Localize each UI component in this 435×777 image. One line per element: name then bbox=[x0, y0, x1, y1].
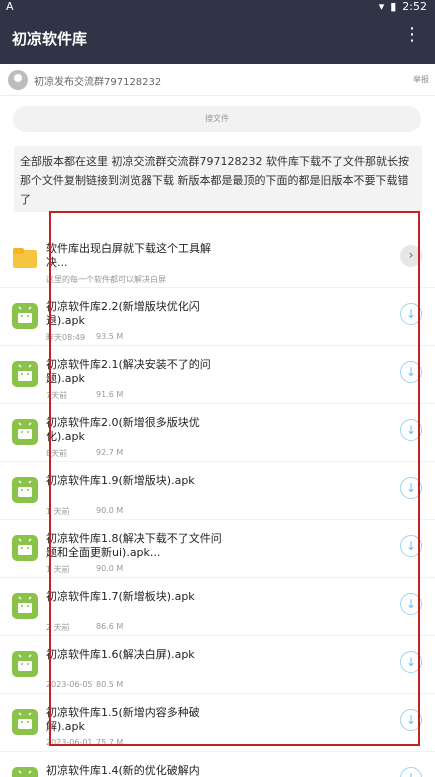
file-size: 91.6 M bbox=[96, 390, 124, 399]
list-item[interactable]: 初凉软件库2.1(解决安装不了的问题).apk 7天前 91.6 M ↓ bbox=[0, 346, 435, 404]
status-right: ▾ ▮ 2:52 bbox=[379, 0, 427, 13]
avatar[interactable] bbox=[8, 70, 28, 90]
file-size: 93.5 M bbox=[96, 332, 124, 341]
download-icon[interactable]: ↓ bbox=[400, 651, 422, 673]
file-date: 2 天前 bbox=[46, 623, 70, 632]
folder-icon bbox=[12, 245, 38, 271]
list-item[interactable]: 初凉软件库1.5(新增内容多种破解).apk 2023-06-01 75.7 M… bbox=[0, 694, 435, 752]
file-name: 初凉软件库2.2(新增版块优化闪退).apk bbox=[46, 300, 200, 327]
status-bar: A ▾ ▮ 2:52 bbox=[0, 0, 435, 14]
group-name[interactable]: 初凉发布交流群797128232 bbox=[34, 73, 161, 88]
file-name: 初凉软件库1.8(解决下载不了文件问题和全面更新ui).apk... bbox=[46, 532, 222, 559]
list-item[interactable]: 软件库出现白屏就下载这个工具解决... 这里的每一个软件都可以解决白屏 › bbox=[0, 230, 435, 288]
list-item[interactable]: 初凉软件库1.6(解决白屏).apk 2023-06-05 80.5 M ↓ bbox=[0, 636, 435, 694]
download-icon[interactable]: ↓ bbox=[400, 535, 422, 557]
file-size: 90.0 M bbox=[96, 564, 124, 573]
list-item[interactable]: 初凉软件库1.9(新增版块).apk 1 天前 90.0 M ↓ bbox=[0, 462, 435, 520]
android-apk-icon bbox=[12, 361, 38, 387]
list-item[interactable]: 初凉软件库2.0(新增很多版块优化).apk 8天前 92.7 M ↓ bbox=[0, 404, 435, 462]
android-apk-icon bbox=[12, 419, 38, 445]
file-size: 92.7 M bbox=[96, 448, 124, 457]
file-name: 初凉软件库2.1(解决安装不了的问题).apk bbox=[46, 358, 211, 385]
file-date: 2023-06-05 bbox=[46, 680, 93, 689]
android-apk-icon bbox=[12, 651, 38, 677]
notice-text: 全部版本都在这里 初凉交流群交流群797128232 软件库下载不了文件那就长按… bbox=[14, 146, 422, 212]
file-size: 80.5 M bbox=[96, 680, 124, 689]
chevron-right-icon[interactable]: › bbox=[400, 245, 422, 267]
android-apk-icon bbox=[12, 477, 38, 503]
file-date: 1 天前 bbox=[46, 565, 70, 574]
file-name: 软件库出现白屏就下载这个工具解决... bbox=[46, 242, 211, 269]
battery-icon: ▮ bbox=[390, 0, 397, 13]
download-icon[interactable]: ↓ bbox=[400, 477, 422, 499]
file-date: 8天前 bbox=[46, 449, 68, 458]
list-item[interactable]: 初凉软件库1.7(新增板块).apk 2 天前 86.6 M ↓ bbox=[0, 578, 435, 636]
file-date: 2023-06-01 bbox=[46, 738, 93, 747]
file-name: 初凉软件库1.4(新的优化破解内 bbox=[46, 764, 200, 777]
list-item[interactable]: 初凉软件库1.4(新的优化破解内 ↓ bbox=[0, 752, 435, 777]
file-size: 86.6 M bbox=[96, 622, 124, 631]
file-meta: 这里的每一个软件都可以解决白屏 bbox=[46, 275, 166, 284]
file-name: 初凉软件库1.6(解决白屏).apk bbox=[46, 648, 195, 661]
file-date: 1 天前 bbox=[46, 507, 70, 516]
file-name: 初凉软件库1.9(新增版块).apk bbox=[46, 474, 195, 487]
page-title: 初凉软件库 bbox=[12, 30, 88, 48]
list-item[interactable]: 初凉软件库1.8(解决下载不了文件问题和全面更新ui).apk... 1 天前 … bbox=[0, 520, 435, 578]
download-icon[interactable]: ↓ bbox=[400, 709, 422, 731]
status-time: 2:52 bbox=[402, 0, 427, 13]
download-icon[interactable]: ↓ bbox=[400, 593, 422, 615]
android-apk-icon bbox=[12, 593, 38, 619]
list-item[interactable]: 初凉软件库2.2(新增版块优化闪退).apk 昨天08:49 93.5 M ↓ bbox=[0, 288, 435, 346]
wifi-icon: ▾ bbox=[378, 0, 385, 13]
android-apk-icon bbox=[12, 303, 38, 329]
file-list: 软件库出现白屏就下载这个工具解决... 这里的每一个软件都可以解决白屏 › 初凉… bbox=[0, 230, 435, 777]
more-vert-icon[interactable]: ⋮ bbox=[403, 26, 421, 44]
download-icon[interactable]: ↓ bbox=[400, 767, 422, 777]
file-date: 昨天08:49 bbox=[46, 333, 86, 342]
download-icon[interactable]: ↓ bbox=[400, 419, 422, 441]
search-placeholder: 搜文件 bbox=[205, 114, 229, 123]
android-apk-icon bbox=[12, 535, 38, 561]
group-header: 初凉发布交流群797128232 举报 bbox=[0, 64, 435, 96]
file-size: 90.0 M bbox=[96, 506, 124, 515]
download-icon[interactable]: ↓ bbox=[400, 361, 422, 383]
android-apk-icon bbox=[12, 709, 38, 735]
file-name: 初凉软件库1.5(新增内容多种破解).apk bbox=[46, 706, 200, 733]
download-icon[interactable]: ↓ bbox=[400, 303, 422, 325]
search-input[interactable]: 搜文件 bbox=[13, 106, 421, 132]
app-bar: 初凉软件库 ⋮ bbox=[0, 14, 435, 64]
file-name: 初凉软件库2.0(新增很多版块优化).apk bbox=[46, 416, 200, 443]
file-size: 75.7 M bbox=[96, 738, 124, 747]
file-date: 7天前 bbox=[46, 391, 68, 400]
android-apk-icon bbox=[12, 767, 38, 777]
report-button[interactable]: 举报 bbox=[413, 74, 429, 85]
file-name: 初凉软件库1.7(新增板块).apk bbox=[46, 590, 195, 603]
status-left-text: A bbox=[6, 0, 14, 13]
